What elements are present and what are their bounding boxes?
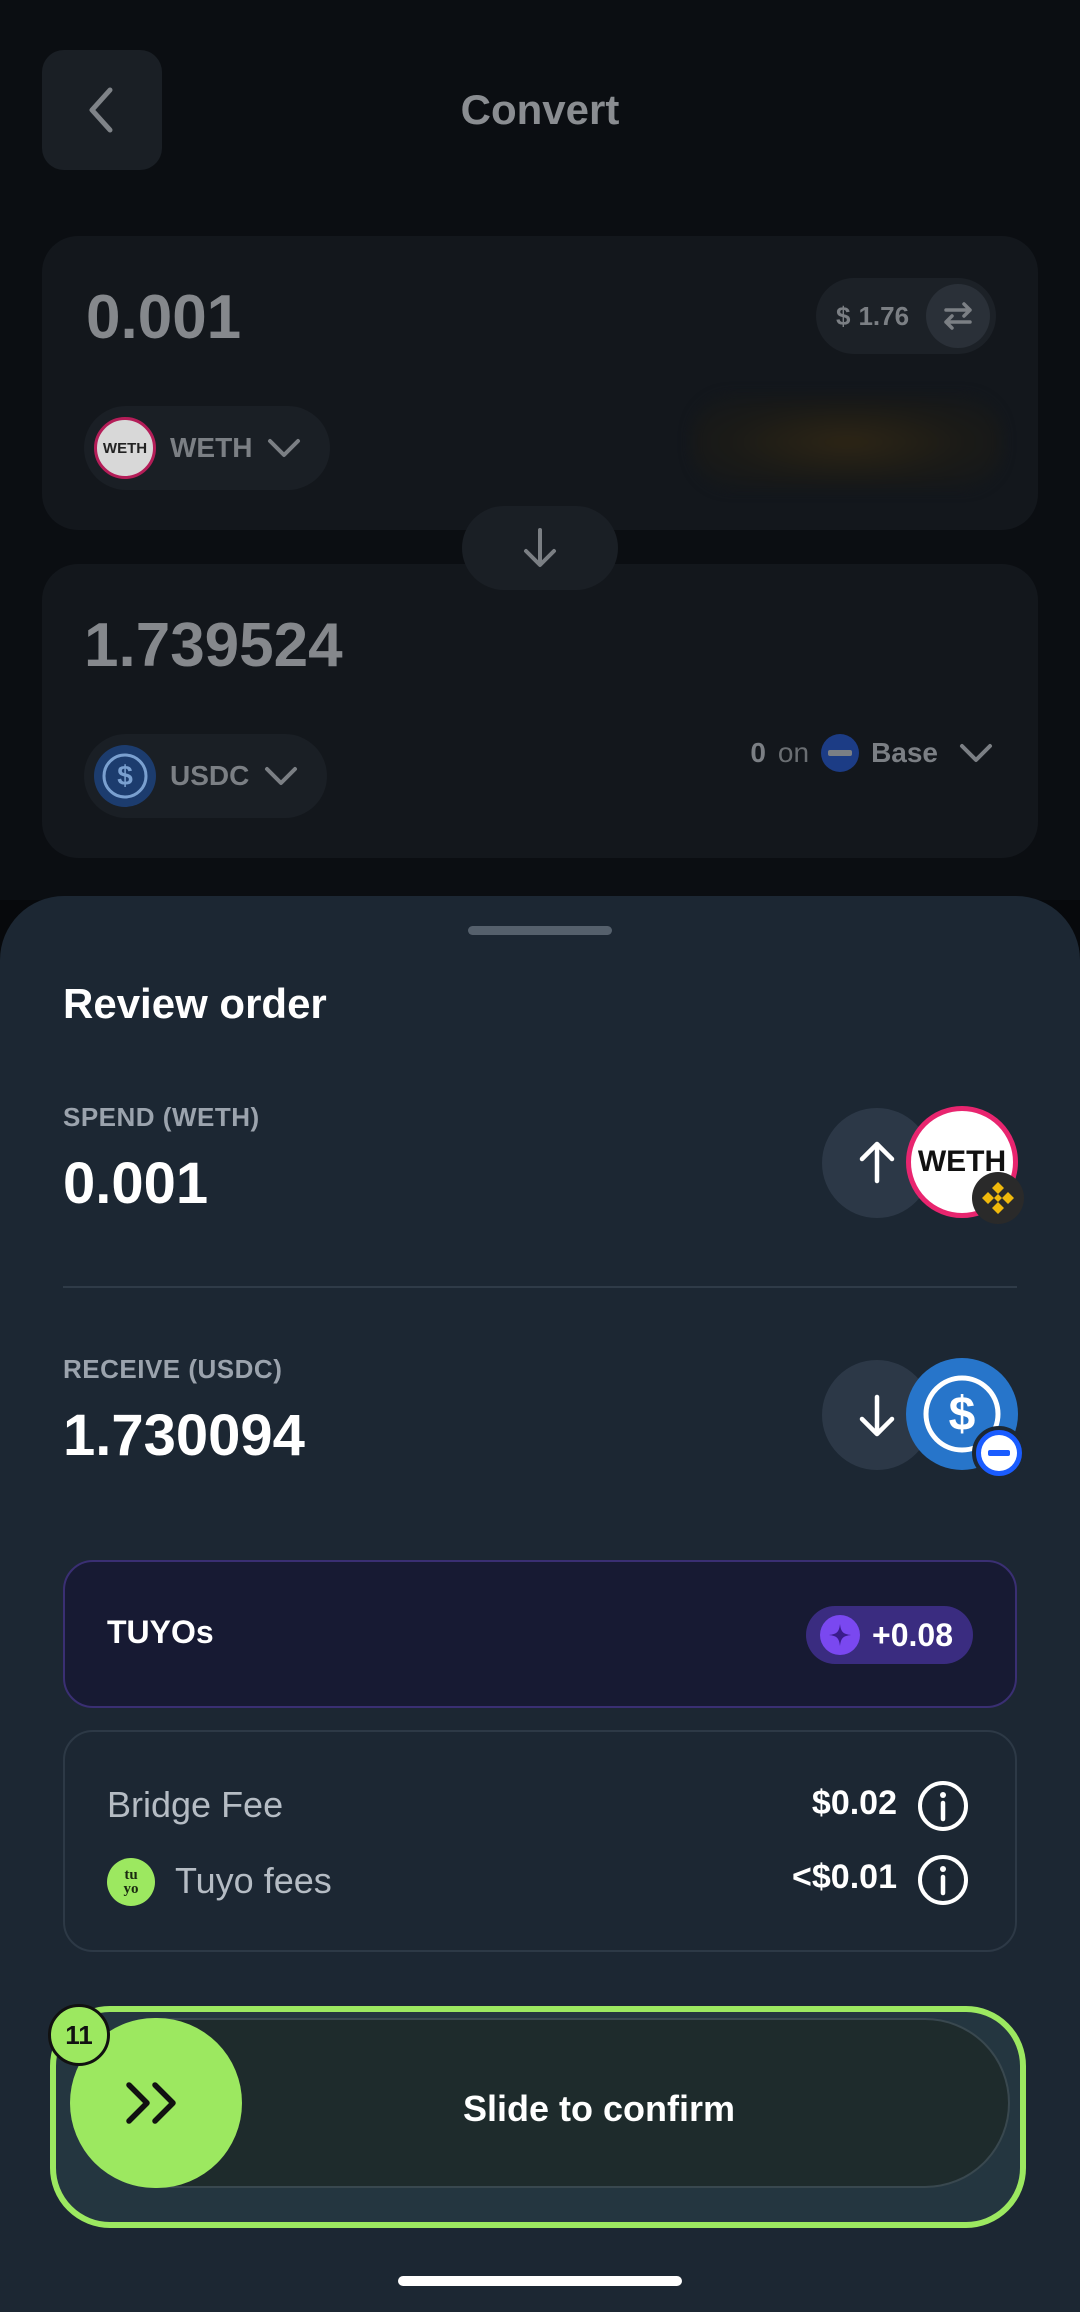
tuyo-logo-text: tu yo: [123, 1867, 139, 1897]
blurred-balance: [692, 396, 1002, 488]
spend-amount: 0.001: [63, 1151, 209, 1216]
swap-arrows-icon: [944, 302, 972, 330]
to-card: 1.739524 $ USDC 0 on Base: [42, 564, 1038, 858]
double-chevron-right-icon: [126, 2082, 176, 2124]
receive-label: RECEIVE (USDC): [63, 1354, 283, 1384]
spend-label: SPEND (WETH): [63, 1102, 260, 1132]
network-label: Base: [871, 737, 938, 768]
to-token-selector[interactable]: $ USDC: [84, 734, 328, 818]
usd-symbol: $: [836, 300, 851, 331]
convert-screen: Convert 0.001 $ 1.76 WETH WETH 1.739524 …: [0, 0, 1080, 900]
chevron-down-icon: [268, 439, 301, 457]
usd-value-pill[interactable]: $ 1.76: [816, 278, 996, 354]
tuyos-reward-badge: +0.08: [806, 1606, 973, 1664]
tuyos-reward-box: TUYOs +0.08: [63, 1560, 1017, 1708]
home-indicator[interactable]: [398, 2276, 682, 2286]
review-order-sheet: Review order SPEND (WETH) 0.001 WETH REC…: [0, 896, 1080, 2312]
bnb-chain-icon: [972, 1172, 1024, 1224]
from-card: 0.001 $ 1.76 WETH WETH: [42, 236, 1038, 530]
to-balance: 0: [750, 737, 766, 768]
usd-value: 1.76: [858, 300, 910, 331]
from-token-label: WETH: [170, 432, 253, 463]
tuyo-logo-icon: tu yo: [107, 1858, 155, 1906]
base-chain-icon: [972, 1426, 1026, 1480]
bridge-fee-value: $0.02: [811, 1784, 897, 1822]
step-badge: 11: [48, 2004, 110, 2066]
divider: [63, 1286, 1017, 1288]
arrow-down-icon: [524, 528, 556, 567]
on-label: on: [777, 737, 810, 768]
arrow-down-icon: [859, 1394, 895, 1437]
tuyo-fees-label: Tuyo fees: [175, 1860, 332, 1901]
chevron-down-icon: [960, 744, 992, 762]
receive-amount: 1.730094: [63, 1403, 305, 1468]
weth-icon: WETH: [94, 417, 156, 479]
info-icon[interactable]: [917, 1780, 969, 1832]
svg-text:$: $: [117, 760, 133, 791]
from-amount-input[interactable]: 0.001: [86, 282, 241, 353]
info-icon[interactable]: [917, 1854, 969, 1906]
bridge-fee-label: Bridge Fee: [107, 1784, 284, 1825]
sparkle-icon: [820, 1615, 861, 1655]
page-title: Convert: [460, 86, 620, 133]
fees-box: Bridge Fee $0.02 tu yo Tuyo fees <$0.01: [63, 1730, 1017, 1952]
usdc-icon: $: [94, 745, 156, 807]
sheet-title: Review order: [63, 980, 327, 1027]
network-selector[interactable]: 0 on Base: [750, 734, 996, 772]
base-network-icon: [821, 734, 860, 772]
slide-to-confirm[interactable]: Slide to confirm: [50, 2006, 1026, 2228]
tuyos-value: +0.08: [872, 1616, 953, 1653]
swap-currency-button[interactable]: [926, 284, 990, 348]
to-amount: 1.739524: [84, 611, 343, 680]
sheet-drag-handle[interactable]: [468, 926, 612, 935]
flip-direction-button[interactable]: [462, 506, 618, 590]
chevron-down-icon: [265, 767, 298, 785]
svg-text:$: $: [949, 1388, 976, 1441]
from-token-selector[interactable]: WETH WETH: [84, 406, 331, 490]
to-token-label: USDC: [170, 760, 250, 791]
tuyo-fees-value: <$0.01: [792, 1858, 897, 1896]
tuyos-label: TUYOs: [107, 1614, 214, 1650]
arrow-up-icon: [859, 1141, 895, 1184]
weth-icon-text: WETH: [102, 439, 148, 457]
